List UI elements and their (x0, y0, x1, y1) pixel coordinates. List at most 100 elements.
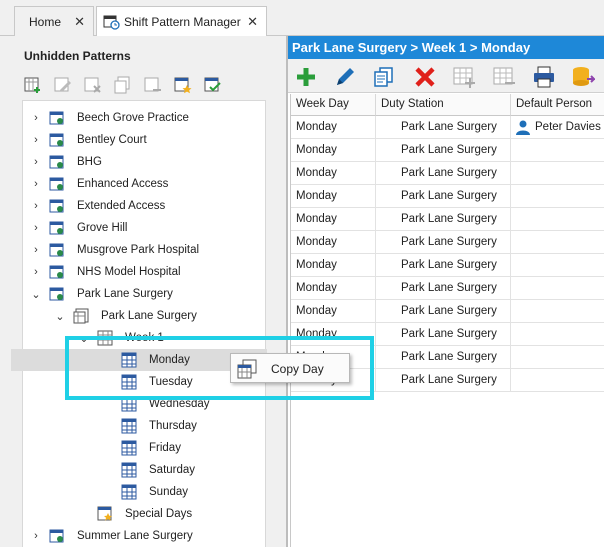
cell-default-person: Peter Davies (535, 121, 601, 133)
copy-icon[interactable] (372, 65, 396, 89)
tree-node[interactable]: › Musgrove Park Hospital (23, 239, 267, 261)
day-grid-icon (121, 418, 137, 434)
edit-pattern-icon[interactable] (54, 76, 72, 94)
tree-node[interactable]: Special Days (23, 503, 267, 525)
remove-pattern-icon[interactable] (144, 76, 162, 94)
delete-pattern-icon[interactable] (84, 76, 102, 94)
tree-node[interactable]: ⌄ Park Lane Surgery (23, 305, 267, 327)
chevron-right-icon[interactable]: › (31, 530, 41, 542)
tree-node[interactable]: › Extended Access (23, 195, 267, 217)
add-pattern-icon[interactable] (24, 76, 42, 94)
table-row[interactable]: Monday Park Lane Surgery (291, 231, 604, 254)
tree-node-label: BHG (77, 156, 102, 168)
close-icon[interactable]: ✕ (74, 14, 85, 30)
cell-duty-station: Park Lane Surgery (376, 185, 511, 208)
tree-node[interactable]: Sunday (23, 481, 267, 503)
cell-week-day: Monday (296, 254, 376, 277)
cell-week-day: Monday (296, 231, 376, 254)
cell-default-person (535, 277, 604, 300)
tab-shift-pattern-manager[interactable]: Shift Pattern Manager ✕ (96, 6, 267, 37)
tab-home[interactable]: Home ✕ (14, 6, 94, 36)
tree-node[interactable]: › Grove Hill (23, 217, 267, 239)
remove-row-icon[interactable] (492, 65, 516, 89)
pattern-icon (73, 308, 89, 324)
chevron-right-icon[interactable]: › (31, 266, 41, 278)
tree-node[interactable]: › Bentley Court (23, 129, 267, 151)
cell-default-person (535, 208, 604, 231)
cell-week-day: Monday (296, 208, 376, 231)
table-row[interactable]: Monday Park Lane Surgery (291, 139, 604, 162)
group-pattern-icon (49, 111, 64, 125)
group-pattern-icon (49, 199, 64, 213)
cell-duty-station: Park Lane Surgery (376, 116, 511, 139)
copy-pattern-icon[interactable] (114, 76, 132, 94)
cell-week-day: Monday (296, 162, 376, 185)
database-icon[interactable] (571, 65, 595, 89)
cell-duty-station: Park Lane Surgery (376, 254, 511, 277)
group-pattern-icon (49, 221, 64, 235)
tree-node[interactable]: Thursday (23, 415, 267, 437)
print-icon[interactable] (532, 65, 556, 89)
group-pattern-icon (49, 529, 64, 543)
chevron-right-icon[interactable]: › (31, 178, 41, 190)
tree-node[interactable]: › Beech Grove Practice (23, 107, 267, 129)
tab-strip: Home ✕ Shift Pattern Manager ✕ (0, 0, 604, 37)
calendar-check-icon[interactable] (204, 76, 222, 94)
tree-node[interactable]: › Enhanced Access (23, 173, 267, 195)
tree-node-label: Park Lane Surgery (101, 310, 197, 322)
group-pattern-icon (49, 287, 64, 301)
close-icon[interactable]: ✕ (247, 14, 258, 30)
tab-home-label: Home (29, 14, 62, 29)
cell-week-day: Monday (296, 139, 376, 162)
person-icon (516, 120, 530, 135)
table-row[interactable]: Monday Park Lane Surgery (291, 300, 604, 323)
add-row-icon[interactable] (452, 65, 476, 89)
tree-node[interactable]: Saturday (23, 459, 267, 481)
tree-node[interactable]: › Summer Lane Surgery (23, 525, 267, 547)
chevron-right-icon[interactable]: › (31, 200, 41, 212)
patterns-toolbar (24, 76, 222, 96)
table-row[interactable]: Monday Park Lane Surgery (291, 208, 604, 231)
cell-week-day: Monday (296, 277, 376, 300)
tree-node[interactable]: ⌄ Park Lane Surgery (23, 283, 267, 305)
column-header-default-person[interactable]: Default Person (511, 94, 604, 116)
tree-node-label: Saturday (149, 464, 196, 476)
group-pattern-icon (49, 243, 64, 257)
pattern-tree[interactable]: › Beech Grove Practice › Bentley Court ›… (11, 100, 267, 547)
tree-node-label: Extended Access (77, 200, 166, 212)
cell-default-person (535, 369, 604, 392)
edit-icon[interactable] (333, 65, 357, 89)
tree-node[interactable]: Friday (23, 437, 267, 459)
chevron-right-icon[interactable]: › (31, 222, 41, 234)
chevron-right-icon[interactable]: › (31, 244, 41, 256)
cell-default-person (535, 162, 604, 185)
column-header-duty-station[interactable]: Duty Station (376, 94, 511, 116)
table-row[interactable]: Monday Park Lane Surgery (291, 162, 604, 185)
tree-node-label: Musgrove Park Hospital (77, 244, 200, 256)
tree-node[interactable]: › BHG (23, 151, 267, 173)
day-grid-icon (121, 484, 137, 500)
delete-icon[interactable] (413, 65, 437, 89)
cell-duty-station: Park Lane Surgery (376, 277, 511, 300)
patterns-panel: Unhidden Patterns › Beech Grove Practice… (10, 36, 286, 547)
table-row[interactable]: Monday Park Lane Surgery (291, 277, 604, 300)
cell-default-person (535, 231, 604, 254)
cell-default-person (535, 323, 604, 346)
table-row[interactable]: Monday Park Lane Surgery (291, 185, 604, 208)
cell-duty-station: Park Lane Surgery (376, 139, 511, 162)
tree-node-label: Thursday (149, 420, 197, 432)
chevron-down-icon[interactable]: ⌄ (55, 310, 65, 323)
tree-node-label: Beech Grove Practice (77, 112, 189, 124)
calendar-star-icon[interactable] (174, 76, 192, 94)
cell-week-day: Monday (296, 185, 376, 208)
chevron-right-icon[interactable]: › (31, 134, 41, 146)
column-header-week-day[interactable]: Week Day (291, 94, 376, 116)
chevron-right-icon[interactable]: › (31, 112, 41, 124)
tree-node[interactable]: › NHS Model Hospital (23, 261, 267, 283)
table-row[interactable]: Monday Park Lane Surgery (291, 254, 604, 277)
add-icon[interactable] (294, 65, 318, 89)
chevron-down-icon[interactable]: ⌄ (31, 288, 41, 301)
table-row[interactable]: Monday Park Lane Surgery Peter Davies (291, 116, 604, 139)
chevron-right-icon[interactable]: › (31, 156, 41, 168)
shift-grid[interactable]: Week Day Duty Station Default Person Mon… (290, 94, 604, 547)
